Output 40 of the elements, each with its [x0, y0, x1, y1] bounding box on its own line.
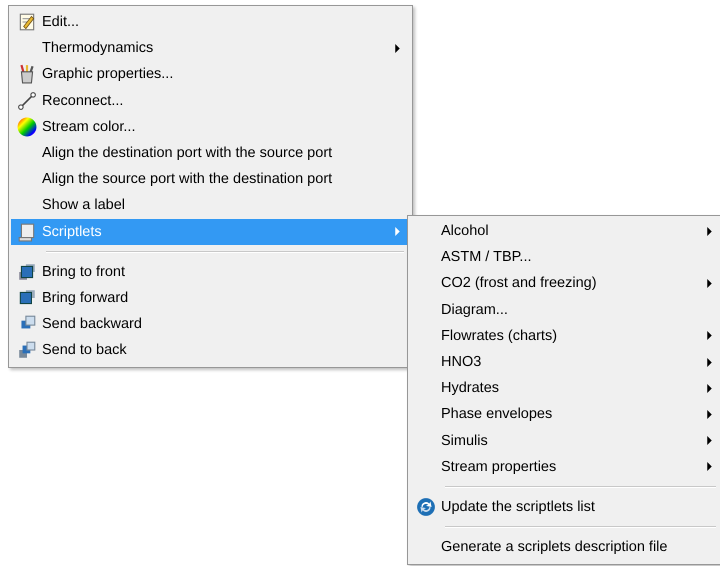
submenu-arrow-icon — [707, 358, 712, 367]
menu-item[interactable]: Bring to front — [11, 258, 410, 285]
submenu-arrow-icon — [707, 462, 712, 472]
menu-item[interactable]: Graphic properties... — [11, 61, 410, 88]
connector-icon — [16, 90, 36, 111]
submenu-arrow-icon — [707, 436, 712, 446]
submenu-arrow-icon — [707, 384, 712, 393]
color-wheel-icon — [16, 116, 36, 137]
menu-item[interactable]: Simulis — [410, 428, 720, 454]
menu-item[interactable]: CO2 (frost and freezing) — [410, 270, 720, 297]
menu-item[interactable]: ASTM / TBP... — [410, 244, 720, 270]
menu-item[interactable]: HNO3 — [410, 348, 720, 376]
submenu-arrow-icon — [707, 278, 712, 288]
menu-item[interactable]: Send backward — [11, 311, 410, 338]
menu-item[interactable]: Update the scriptlets list — [410, 494, 720, 520]
menu-item[interactable]: Generate a scriplets description file — [410, 534, 720, 560]
menu-item[interactable]: Diagram... — [410, 296, 720, 323]
scroll-icon — [16, 222, 36, 242]
refresh-icon — [416, 496, 436, 517]
menu-item[interactable]: Show a label — [11, 192, 410, 218]
submenu-arrow-icon — [707, 410, 712, 419]
menu-item[interactable]: Phase envelopes — [410, 401, 720, 428]
menu-item[interactable]: Edit... — [11, 9, 410, 36]
menu-item[interactable]: Send to back — [11, 337, 410, 364]
menu-item[interactable]: Hydrates — [410, 375, 720, 402]
menu-item[interactable]: Bring forward — [11, 284, 410, 312]
submenu-arrow-icon — [395, 227, 400, 236]
submenu-arrow-icon — [707, 226, 712, 236]
menu-item[interactable]: Flowrates (charts) — [410, 322, 720, 349]
menu-item[interactable]: Align the destination port with the source port — [11, 140, 410, 166]
menu-item[interactable]: Alcohol — [410, 218, 720, 244]
menu-item[interactable]: Thermodynamics — [11, 35, 410, 62]
menu-item[interactable]: Stream color... — [11, 114, 410, 140]
stacked-squares-icon — [16, 340, 36, 360]
menu-item[interactable]: Align the source port with the destination port — [11, 166, 410, 192]
menu-item[interactable]: Stream properties — [410, 454, 720, 480]
submenu-arrow-icon — [707, 331, 712, 340]
menu-item[interactable]: Reconnect... — [11, 88, 410, 114]
submenu-arrow-icon — [395, 44, 400, 53]
stacked-squares-icon — [16, 262, 36, 282]
